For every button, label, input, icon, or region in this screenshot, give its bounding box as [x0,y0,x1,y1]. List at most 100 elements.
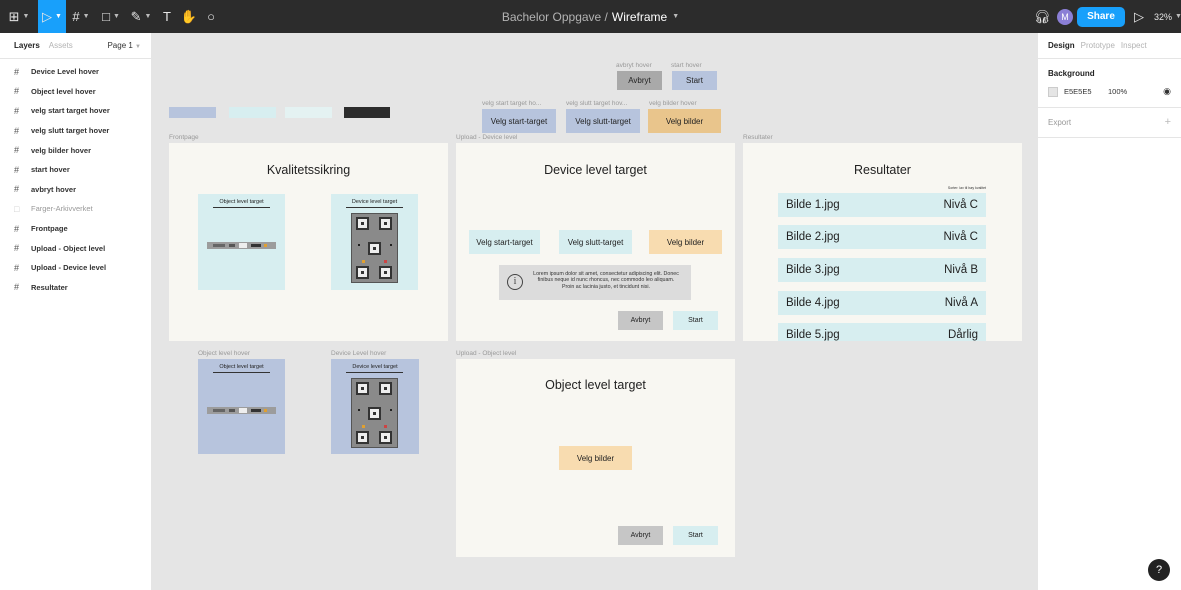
velg-bilder-button[interactable]: Velg bilder [649,230,722,254]
chevron-down-icon[interactable]: ▼ [672,13,679,20]
avbryt-button[interactable]: Avbryt [618,311,663,330]
pen-tool-button[interactable]: ✎ ▼ [126,0,156,33]
start-hover-button[interactable]: Start [672,71,717,90]
upload-object-frame[interactable]: Object level target Velg bilder Avbryt S… [456,359,735,557]
marker [356,431,369,444]
color-swatch-cyan[interactable] [229,107,276,118]
velg-slutt-target-button[interactable]: Velg slutt-target [559,230,632,254]
device-image [351,378,398,448]
frame-label[interactable]: Device Level hover [331,350,386,357]
frame-icon: # [14,125,20,136]
marker [379,217,392,230]
help-button[interactable]: ? [1148,559,1170,581]
layer-item[interactable]: # velg bilder hover [0,140,151,160]
layer-item[interactable]: # velg start target hover [0,101,151,121]
cursor-icon: ▷ [42,8,53,24]
velg-bilder-hover-button[interactable]: Velg bilder [648,109,721,133]
color-swatch-dark[interactable] [344,107,390,118]
upload-device-frame[interactable]: Device level target Velg start-target Ve… [456,143,735,341]
tab-design[interactable]: Design [1048,41,1075,50]
object-level-hover-card[interactable]: Object level target [198,359,285,454]
result-row[interactable]: Bilde 4.jpg Nivå A [778,291,986,315]
share-button[interactable]: Share [1077,6,1125,27]
frame-label[interactable]: Resultater [743,134,773,141]
layer-item[interactable]: □ Farger-Arkivverket [0,199,151,219]
marker [356,382,369,395]
result-row[interactable]: Bilde 2.jpg Nivå C [778,225,986,249]
frame-label[interactable]: Object level hover [198,350,250,357]
present-button[interactable]: ▷ [1126,0,1152,33]
velg-start-target-button[interactable]: Velg start-target [469,230,540,254]
frame-label[interactable]: Upload - Object level [456,350,516,357]
strip-segment [213,244,225,247]
shape-tool-button[interactable]: □ ▼ [96,0,126,33]
avbryt-button[interactable]: Avbryt [618,526,663,545]
resultater-frame[interactable]: Resultater Sorter: lav til høy kvalitet … [743,143,1022,341]
layer-item[interactable]: # start hover [0,160,151,180]
layer-item[interactable]: # Frontpage [0,219,151,239]
tab-prototype[interactable]: Prototype [1081,41,1115,50]
move-tool-button[interactable]: ▷ ▼ [38,0,66,33]
title-document[interactable]: Wireframe [612,10,667,24]
text-tool-button[interactable]: T [156,0,178,33]
velg-bilder-button[interactable]: Velg bilder [559,446,632,470]
result-level: Nivå B [944,264,978,276]
background-opacity[interactable]: 100% [1108,87,1127,96]
sort-label[interactable]: Sorter: lav til høy kvalitet [923,186,986,190]
result-row[interactable]: Bilde 3.jpg Nivå B [778,258,986,282]
layer-item[interactable]: # velg slutt target hover [0,121,151,141]
headphones-icon: 🎧︎ [1033,8,1051,24]
frame-label[interactable]: velg start target ho... [482,100,541,107]
comment-tool-button[interactable]: ○ [200,0,222,33]
layer-item[interactable]: # Resultater [0,278,151,298]
velg-start-hover-button[interactable]: Velg start-target [482,109,556,133]
color-swatch[interactable] [1048,86,1058,97]
frame-label[interactable]: velg slutt target hov... [566,100,627,107]
object-level-card[interactable]: Object level target [198,194,285,290]
result-row[interactable]: Bilde 1.jpg Nivå C [778,193,986,217]
device-level-card[interactable]: Device level target [331,194,418,290]
user-avatar[interactable]: M [1054,0,1076,33]
layer-item[interactable]: # Upload - Object level [0,238,151,258]
frame-label[interactable]: velg bilder hover [649,100,697,107]
frame-label[interactable]: start hover [671,62,702,69]
frontpage-title: Kvalitetssikring [266,163,351,177]
color-swatch-light-cyan[interactable] [285,107,332,118]
color-swatch-blue[interactable] [169,107,216,118]
audio-button[interactable]: 🎧︎ [1030,0,1054,33]
zoom-dropdown[interactable]: 32% ▼ [1152,0,1181,33]
frame-tool-button[interactable]: # ▼ [66,0,96,33]
layer-label: Farger-Arkivverket [31,204,93,214]
background-section: Background E5E5E5 100% ◉ [1038,59,1181,108]
start-button[interactable]: Start [673,311,718,330]
zoom-level: 32% [1154,11,1173,22]
result-file: Bilde 2.jpg [786,231,840,243]
page-selector[interactable]: Page 1 ▼ [107,41,141,50]
frontpage-frame[interactable]: Kvalitetssikring Object level target Dev… [169,143,448,341]
layer-item[interactable]: # Device Level hover [0,62,151,82]
start-button[interactable]: Start [673,526,718,545]
layer-item[interactable]: # avbryt hover [0,180,151,200]
plus-icon[interactable]: + [1165,117,1171,128]
avbryt-hover-button[interactable]: Avbryt [617,71,662,90]
result-file: Bilde 4.jpg [786,297,840,309]
dot [384,425,387,428]
tab-inspect[interactable]: Inspect [1121,41,1147,50]
background-fill-row[interactable]: E5E5E5 100% ◉ [1048,86,1171,97]
hand-tool-button[interactable]: ✋ [178,0,200,33]
layer-item[interactable]: # Upload - Device level [0,258,151,278]
tab-assets[interactable]: Assets [49,41,73,50]
layer-item[interactable]: # Object level hover [0,82,151,102]
marker [356,266,369,279]
eye-icon[interactable]: ◉ [1163,86,1171,97]
frame-label[interactable]: avbryt hover [616,62,652,69]
velg-slutt-hover-button[interactable]: Velg slutt-target [566,109,640,133]
background-hex[interactable]: E5E5E5 [1064,87,1108,96]
result-row[interactable]: Bilde 5.jpg Dårlig [778,323,986,341]
marker [368,242,381,255]
device-level-hover-card[interactable]: Device level target [331,359,419,454]
main-menu-button[interactable]: ⊞ ▼ [0,0,38,33]
frame-label[interactable]: Frontpage [169,134,199,141]
frame-label[interactable]: Upload - Device level [456,134,517,141]
tab-layers[interactable]: Layers [14,41,40,50]
